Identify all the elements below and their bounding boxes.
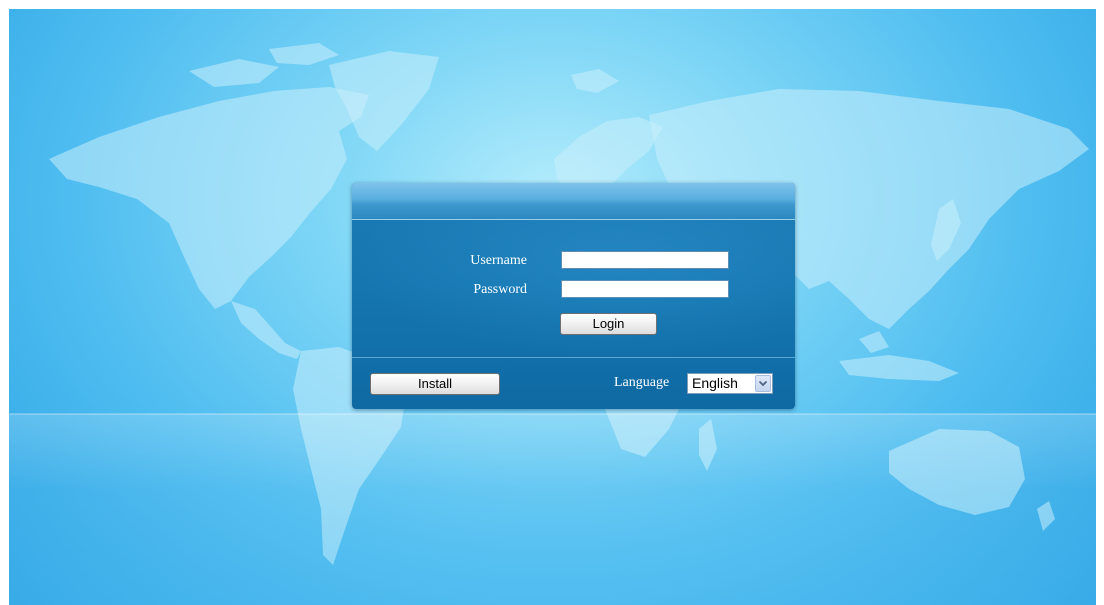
- password-input[interactable]: [561, 280, 729, 298]
- install-button[interactable]: Install: [370, 373, 500, 395]
- username-input[interactable]: [561, 251, 729, 269]
- username-label: Username: [470, 253, 527, 268]
- dialog-titlebar: [352, 183, 795, 220]
- language-label: Language: [614, 375, 670, 390]
- horizon-line: [9, 413, 1096, 415]
- chevron-down-icon: [758, 380, 768, 387]
- login-button[interactable]: Login: [560, 313, 657, 335]
- dialog-divider: [352, 357, 795, 358]
- language-selected-value: English: [692, 375, 738, 391]
- language-select[interactable]: English: [687, 373, 773, 394]
- dropdown-button[interactable]: [755, 375, 771, 392]
- login-dialog: Username Password Login Install Language…: [352, 183, 795, 409]
- password-label: Password: [473, 282, 527, 297]
- horizon-reflection: [9, 414, 1096, 605]
